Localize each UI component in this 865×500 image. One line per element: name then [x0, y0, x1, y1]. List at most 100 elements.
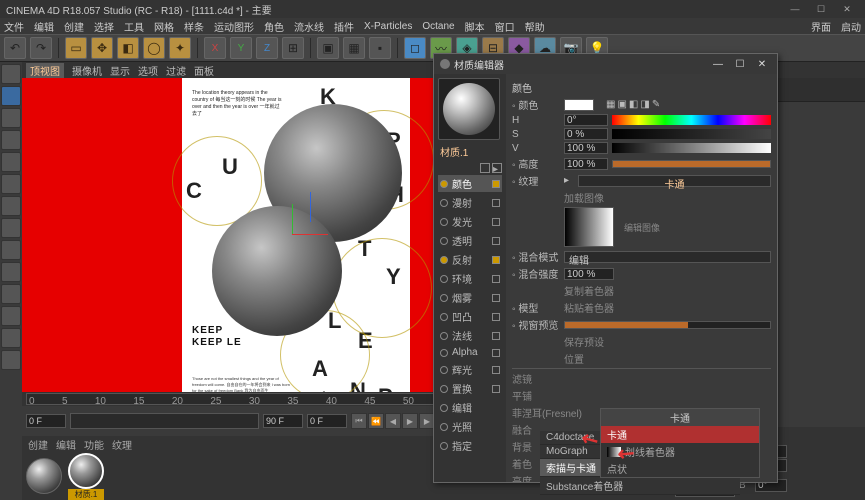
opt-save-preset[interactable]: 保存预设: [564, 334, 604, 349]
prev-frame-icon[interactable]: ◀: [385, 413, 401, 429]
opt-brightness[interactable]: 亮度: [512, 473, 532, 482]
val-slider[interactable]: [612, 143, 771, 153]
color-swatch[interactable]: [564, 99, 594, 111]
submenu-hatch[interactable]: 划线着色器: [601, 443, 759, 460]
sat-slider[interactable]: [612, 129, 771, 139]
scale-tool-icon[interactable]: ◧: [117, 37, 139, 59]
menu-start[interactable]: 启动: [841, 19, 861, 34]
snap-settings-icon[interactable]: [1, 262, 21, 282]
eyedropper-icon[interactable]: ✎: [652, 99, 660, 110]
texture-mode-icon[interactable]: [1, 108, 21, 128]
mix-strength-field[interactable]: 100 %: [564, 268, 614, 280]
redo-icon[interactable]: ↷: [30, 37, 52, 59]
frame-current-field[interactable]: 0 F: [307, 414, 347, 428]
opt-filter[interactable]: 滤镜: [512, 371, 532, 386]
select-tool-icon[interactable]: ▭: [65, 37, 87, 59]
menu-select[interactable]: 选择: [94, 19, 114, 34]
frame-start-field[interactable]: 0 F: [26, 414, 66, 428]
play-icon[interactable]: ▶: [402, 413, 418, 429]
axis-y-icon[interactable]: Y: [230, 37, 252, 59]
menu-octane[interactable]: Octane: [422, 21, 454, 32]
channel-displacement[interactable]: 置换: [452, 381, 472, 396]
preview-slider[interactable]: [564, 321, 771, 329]
poster-object[interactable]: The location theory appears in the count…: [182, 78, 410, 392]
timeline-range[interactable]: [70, 413, 259, 429]
menu-character[interactable]: 角色: [264, 19, 284, 34]
workplane-icon[interactable]: [1, 130, 21, 150]
submenu-cel[interactable]: 卡通: [601, 426, 759, 443]
channel-assignment[interactable]: 指定: [452, 438, 472, 453]
polygon-mode-icon[interactable]: [1, 196, 21, 216]
menu-plugins[interactable]: 插件: [334, 19, 354, 34]
hue-field[interactable]: 0°: [564, 114, 608, 126]
snap-icon[interactable]: [1, 240, 21, 260]
channel-fog[interactable]: 烟雾: [452, 290, 472, 305]
point-mode-icon[interactable]: [1, 152, 21, 172]
menu-layout[interactable]: 界面: [811, 19, 831, 34]
opt-load-image[interactable]: 加载图像: [564, 190, 604, 205]
rotate-tool-icon[interactable]: ◯: [143, 37, 165, 59]
menu-tools[interactable]: 工具: [124, 19, 144, 34]
frame-end-field[interactable]: 90 F: [263, 414, 303, 428]
material-name-field[interactable]: 材质.1: [438, 142, 502, 161]
brightness-field[interactable]: 100 %: [564, 158, 608, 170]
preview-lock-icon[interactable]: [480, 163, 490, 173]
model-mode-icon[interactable]: [1, 86, 21, 106]
channel-environment[interactable]: 环境: [452, 271, 472, 286]
viewport-tab-filter[interactable]: 过滤: [166, 63, 186, 78]
cube-primitive-icon[interactable]: ◻: [404, 37, 426, 59]
make-editable-icon[interactable]: [1, 64, 21, 84]
dialog-close[interactable]: ✕: [753, 57, 771, 71]
menu-mograph[interactable]: 运动图形: [214, 19, 254, 34]
menu-pipeline[interactable]: 流水线: [294, 19, 324, 34]
extra-tool-icon[interactable]: [1, 328, 21, 348]
menu-xparticles[interactable]: X-Particles: [364, 21, 412, 32]
channel-diffuse[interactable]: 漫射: [452, 195, 472, 210]
dialog-minimize[interactable]: —: [709, 57, 727, 71]
opt-tiles[interactable]: 平铺: [512, 388, 532, 403]
sphere-2[interactable]: [212, 206, 342, 336]
goto-start-icon[interactable]: ⏮: [351, 413, 367, 429]
opt-position[interactable]: 位置: [564, 351, 584, 366]
axis-x-icon[interactable]: X: [204, 37, 226, 59]
menu-help[interactable]: 帮助: [525, 19, 545, 34]
opt-edit-image[interactable]: 编辑图像: [624, 221, 771, 234]
opt-background[interactable]: 背景: [512, 439, 532, 454]
window-close[interactable]: ✕: [835, 2, 859, 16]
menu-substance[interactable]: Substance着色器: [540, 477, 740, 495]
viewport-tab-camera[interactable]: 摄像机: [72, 63, 102, 78]
material-preview[interactable]: [438, 78, 500, 140]
mat-tab-function[interactable]: 功能: [84, 437, 104, 452]
hue-slider[interactable]: [612, 115, 771, 125]
channel-normal[interactable]: 法线: [452, 328, 472, 343]
opt-paste-shader[interactable]: 粘贴着色器: [564, 300, 614, 315]
mix-mode-dropdown[interactable]: 编辑: [564, 251, 771, 263]
channel-illumination[interactable]: 光照: [452, 419, 472, 434]
texture-dropdown[interactable]: 卡通: [578, 175, 771, 187]
mat-tab-texture[interactable]: 纹理: [112, 437, 132, 452]
menu-edit[interactable]: 编辑: [34, 19, 54, 34]
axis-z-icon[interactable]: Z: [256, 37, 278, 59]
mat-tab-edit[interactable]: 编辑: [56, 437, 76, 452]
render-region-icon[interactable]: ▦: [343, 37, 365, 59]
render-view-icon[interactable]: ▣: [317, 37, 339, 59]
coord-system-icon[interactable]: ⊞: [282, 37, 304, 59]
submenu-spots[interactable]: 点状: [601, 460, 759, 477]
channel-bump[interactable]: 凹凸: [452, 309, 472, 324]
edge-mode-icon[interactable]: [1, 174, 21, 194]
extra-tool-icon2[interactable]: [1, 350, 21, 370]
preview-arrow-icon[interactable]: ▸: [492, 163, 502, 173]
channel-luminance[interactable]: 发光: [452, 214, 472, 229]
opt-colorizer[interactable]: 着色: [512, 456, 532, 471]
brightness-slider[interactable]: [612, 160, 771, 168]
mat-tab-create[interactable]: 创建: [28, 437, 48, 452]
viewport-tab-options[interactable]: 选项: [138, 63, 158, 78]
opt-fusion[interactable]: 融合: [512, 422, 532, 437]
picker-tool-icon2[interactable]: ▣: [617, 99, 626, 110]
viewport-tab-panel[interactable]: 面板: [194, 63, 214, 78]
axis-mode-icon[interactable]: [1, 218, 21, 238]
chevron-right-icon[interactable]: ▸: [564, 175, 574, 186]
channel-editor[interactable]: 编辑: [452, 400, 472, 415]
channel-alpha[interactable]: Alpha: [452, 347, 478, 358]
menu-window[interactable]: 窗口: [495, 19, 515, 34]
